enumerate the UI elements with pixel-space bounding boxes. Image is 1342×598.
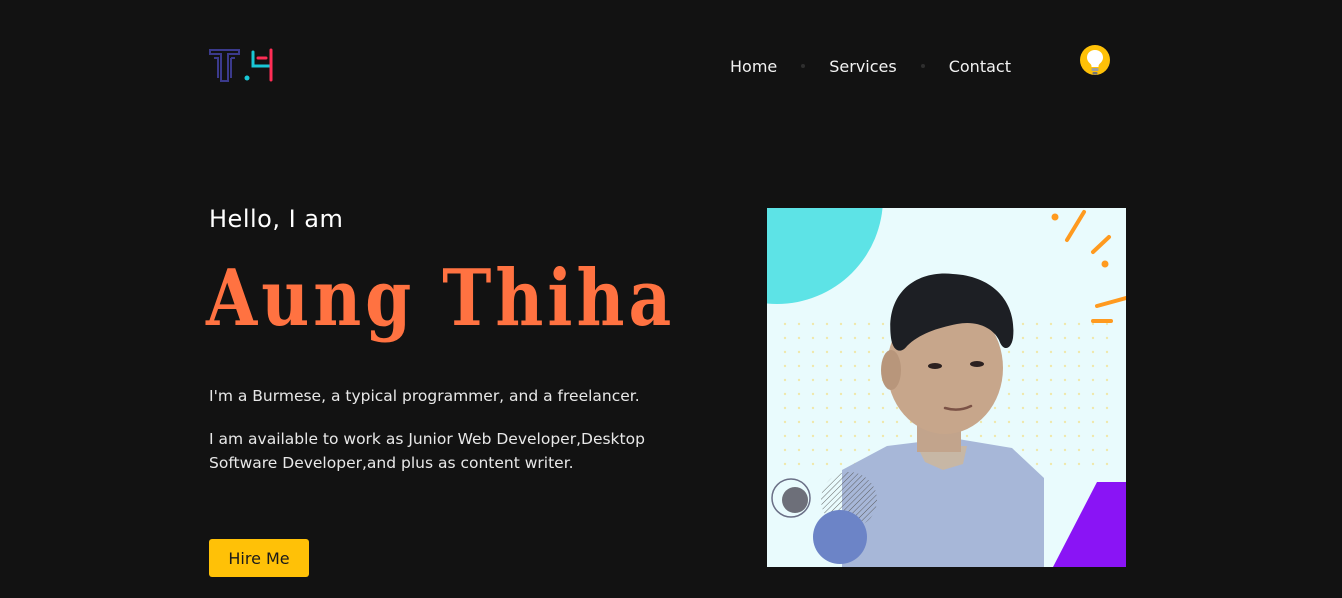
hero-description-availability: I am available to work as Junior Web Dev… <box>209 430 645 472</box>
th-monogram-logo <box>209 48 273 82</box>
nav-separator <box>920 64 925 68</box>
site-logo[interactable] <box>209 48 277 84</box>
hero-description-intro: I'm a Burmese, a typical programmer, and… <box>209 387 640 405</box>
hire-me-button[interactable]: Hire Me <box>209 539 309 577</box>
nav-contact[interactable]: Contact <box>949 57 1011 76</box>
hero-greeting: Hello, I am <box>209 205 344 233</box>
lightbulb-icon <box>1080 45 1110 75</box>
nav-home[interactable]: Home <box>730 57 777 76</box>
profile-photo <box>767 208 1126 567</box>
nav-services[interactable]: Services <box>829 57 896 76</box>
nav-separator <box>801 64 806 68</box>
main-nav: Home Services Contact <box>730 54 1011 78</box>
theme-toggle-button[interactable] <box>1078 44 1112 80</box>
hero-name: Aung Thiha <box>206 252 676 345</box>
